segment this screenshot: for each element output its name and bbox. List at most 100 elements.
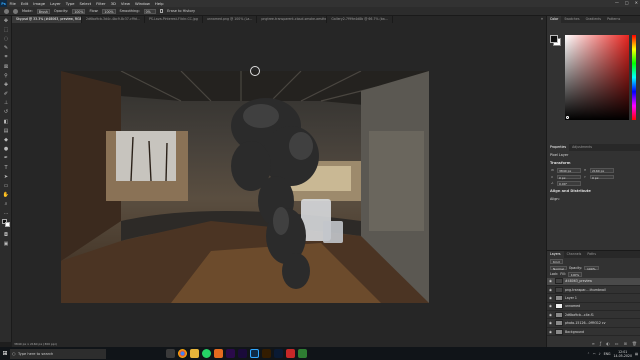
- tab-document-4[interactable]: unnamed.png @ 100% (La...: [203, 16, 258, 23]
- tab-document-3[interactable]: PS-Lava-Pinterest-Flickr-CC.jpg: [145, 16, 203, 23]
- erase-history-checkbox[interactable]: [159, 9, 164, 13]
- blur-tool-icon[interactable]: ◆: [0, 135, 12, 144]
- file-explorer-icon[interactable]: [190, 349, 199, 358]
- marquee-tool-icon[interactable]: ⬚: [0, 25, 12, 34]
- tab-gradients[interactable]: Gradients: [583, 16, 605, 23]
- crop-tool-icon[interactable]: ⌗: [0, 53, 12, 62]
- tabs-overflow-icon[interactable]: »: [538, 16, 546, 23]
- chrome-icon[interactable]: [178, 349, 187, 358]
- premiere-icon[interactable]: [226, 349, 235, 358]
- zoom-tool-icon[interactable]: ⌕: [0, 200, 12, 209]
- height-field[interactable]: 2160 px: [590, 168, 614, 173]
- wifi-icon[interactable]: ◠: [593, 352, 596, 356]
- color-swatches[interactable]: [0, 218, 12, 230]
- saturation-brightness-field[interactable]: [565, 35, 629, 120]
- menu-window[interactable]: Window: [132, 1, 152, 6]
- minimize-icon[interactable]: —: [615, 0, 619, 5]
- document-canvas[interactable]: [61, 71, 429, 303]
- close-icon[interactable]: ✕: [635, 0, 638, 5]
- visibility-eye-icon[interactable]: ◉: [549, 321, 553, 325]
- layer-opacity-field[interactable]: 100%: [583, 265, 599, 271]
- layer-row[interactable]: ◉ Layer 1: [547, 294, 640, 303]
- tab-swatches[interactable]: Swatches: [561, 16, 582, 23]
- stamp-tool-icon[interactable]: ⊥: [0, 99, 12, 108]
- photoshop-icon[interactable]: [250, 349, 259, 358]
- clock[interactable]: 12:01 14-05-2020: [613, 350, 632, 358]
- dodge-tool-icon[interactable]: ●: [0, 145, 12, 154]
- lasso-tool-icon[interactable]: ◌: [0, 34, 12, 43]
- tab-channels[interactable]: Channels: [564, 251, 585, 258]
- layer-row[interactable]: ◉ Background: [547, 328, 640, 337]
- whatsapp-icon[interactable]: [202, 349, 211, 358]
- width-field[interactable]: 3840 px: [557, 168, 581, 173]
- menu-3d[interactable]: 3D: [108, 1, 118, 6]
- tab-document-5[interactable]: pngtree-transparent-cloud-smoke-aestheti…: [257, 16, 328, 23]
- visibility-eye-icon[interactable]: ◉: [549, 304, 553, 308]
- visibility-eye-icon[interactable]: ◉: [549, 288, 553, 292]
- quick-select-tool-icon[interactable]: ✎: [0, 44, 12, 53]
- visibility-eye-icon[interactable]: ◉: [549, 313, 553, 317]
- smoothing-field[interactable]: 0%: [143, 8, 156, 14]
- app-icon-green[interactable]: [298, 349, 307, 358]
- menu-layer[interactable]: Layer: [48, 1, 64, 6]
- foreground-color-chip[interactable]: [550, 35, 558, 43]
- move-tool-icon[interactable]: ✥: [0, 16, 12, 25]
- menu-filter[interactable]: Filter: [94, 1, 108, 6]
- tray-chevron-icon[interactable]: ⌃: [587, 352, 590, 356]
- tab-document-2[interactable]: 2d6ba9cb-3d4c-4bc9-8c37-cf9d...: [82, 16, 145, 23]
- menu-view[interactable]: View: [118, 1, 132, 6]
- menu-type[interactable]: Type: [63, 1, 77, 6]
- layer-row[interactable]: ◉ 2d6ba9cb...c4e-f1: [547, 311, 640, 320]
- tab-properties[interactable]: Properties: [547, 144, 570, 151]
- angle-field[interactable]: 0.00°: [557, 181, 581, 186]
- language-indicator[interactable]: ENG: [604, 352, 611, 356]
- menu-help[interactable]: Help: [152, 1, 166, 6]
- illustrator-icon[interactable]: [262, 349, 271, 358]
- y-field[interactable]: 0 px: [590, 174, 614, 180]
- transform-section-title[interactable]: Transform: [547, 159, 640, 167]
- tab-paths[interactable]: Paths: [584, 251, 599, 258]
- color-picker[interactable]: [547, 23, 640, 123]
- eraser-tool-icon[interactable]: ◧: [0, 117, 12, 126]
- tab-document-1[interactable]: Sky.psd @ 33.3% (#48063, preview, RGB/8)…: [12, 16, 82, 23]
- fill-field[interactable]: 100%: [567, 272, 583, 277]
- menu-file[interactable]: File: [7, 1, 18, 6]
- x-field[interactable]: 0 px: [557, 174, 581, 180]
- pen-tool-icon[interactable]: ✒: [0, 154, 12, 163]
- layer-row[interactable]: ◉ #48063_preview: [547, 277, 640, 286]
- tab-color[interactable]: Color: [547, 16, 562, 23]
- eyedropper-tool-icon[interactable]: ⚲: [0, 71, 12, 80]
- notifications-icon[interactable]: ▤: [635, 352, 638, 356]
- blend-mode-select[interactable]: Normal: [550, 265, 567, 271]
- volume-icon[interactable]: ♪: [599, 352, 601, 356]
- brush-tool-icon[interactable]: ✐: [0, 90, 12, 99]
- layer-kind-filter[interactable]: Kind: [550, 259, 563, 264]
- app-icon-red[interactable]: [286, 349, 295, 358]
- after-effects-icon[interactable]: [238, 349, 247, 358]
- canvas-area[interactable]: [12, 23, 546, 342]
- tab-document-6[interactable]: Gallery2-7f99e4d8b @ 66.7% (ba...: [327, 16, 393, 23]
- gradient-tool-icon[interactable]: ▤: [0, 126, 12, 135]
- path-select-tool-icon[interactable]: ➤: [0, 172, 12, 181]
- menu-select[interactable]: Select: [77, 1, 94, 6]
- healing-tool-icon[interactable]: ✚: [0, 80, 12, 89]
- frame-tool-icon[interactable]: ⊠: [0, 62, 12, 71]
- color-picker-handle[interactable]: [566, 116, 569, 119]
- align-section-title[interactable]: Align and Distribute: [547, 187, 640, 195]
- tab-patterns[interactable]: Patterns: [604, 16, 623, 23]
- tab-layers[interactable]: Layers: [547, 251, 564, 258]
- more-tools-icon[interactable]: ···: [0, 209, 12, 218]
- layer-row[interactable]: ◉ png-transpar...-thumbnail: [547, 286, 640, 295]
- eraser-tool-icon[interactable]: [4, 8, 9, 14]
- type-tool-icon[interactable]: T: [0, 163, 12, 172]
- media-player-icon[interactable]: [214, 349, 223, 358]
- visibility-eye-icon[interactable]: ◉: [549, 330, 553, 334]
- task-view-icon[interactable]: [166, 349, 175, 358]
- quick-mask-icon[interactable]: ◘: [0, 230, 12, 239]
- background-color-swatch[interactable]: [5, 222, 10, 228]
- lightroom-icon[interactable]: [274, 349, 283, 358]
- taskbar-search-input[interactable]: Type here to search: [10, 348, 106, 359]
- mode-select[interactable]: Brush: [36, 8, 50, 14]
- shape-tool-icon[interactable]: ▭: [0, 181, 12, 190]
- layer-row[interactable]: ◉ unnamed: [547, 303, 640, 312]
